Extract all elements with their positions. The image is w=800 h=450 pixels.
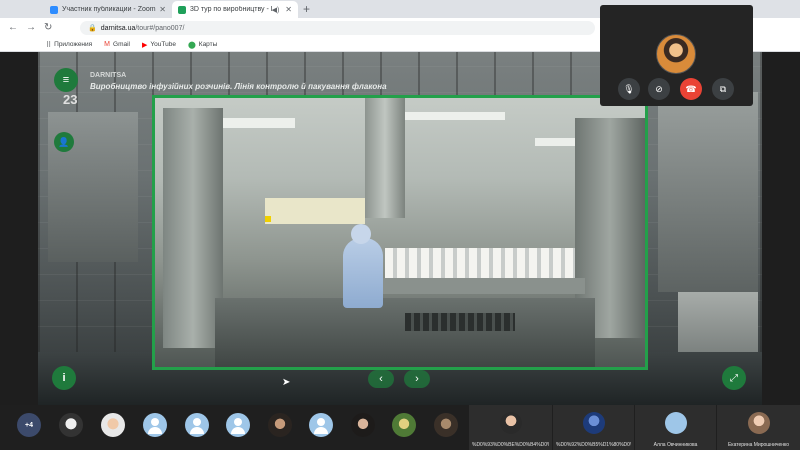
bookmark-label: Приложения bbox=[54, 41, 93, 48]
info-icon[interactable]: i bbox=[52, 366, 76, 390]
youtube-icon: ▶ bbox=[142, 41, 148, 49]
participant-avatar[interactable] bbox=[226, 413, 250, 437]
machine-base bbox=[215, 298, 595, 367]
tab-zoom[interactable]: Участник публикации - Zoom ✕ bbox=[44, 1, 172, 18]
bookmark-apps[interactable]: ⠿ Приложения bbox=[46, 41, 92, 49]
participant-name: Алла Овчинникова bbox=[653, 442, 698, 448]
avatar bbox=[747, 412, 770, 434]
zoom-favicon-icon bbox=[50, 5, 58, 14]
participant-tile[interactable]: Алла Овчинникова bbox=[634, 405, 716, 450]
participant-avatar[interactable] bbox=[268, 413, 292, 437]
participant-avatar[interactable] bbox=[392, 413, 416, 437]
participant-strip: +4 %D0%93%D0%BE%D0%B4%D0%B8%D0%B4... %D0… bbox=[0, 405, 800, 450]
light-box bbox=[265, 198, 365, 224]
zoom-self-view[interactable]: 🎙 ⊘ ☎ ⧉ bbox=[600, 5, 753, 106]
menu-icon[interactable]: ≡ bbox=[54, 68, 78, 92]
scene-counter: 23 bbox=[63, 92, 78, 107]
prev-scene-icon[interactable]: ‹ bbox=[368, 370, 394, 388]
new-tab-button[interactable]: + bbox=[303, 1, 310, 17]
bookmark-label: Карты bbox=[198, 41, 218, 48]
participant-name: Екатерина Мирошниченко bbox=[727, 442, 790, 448]
url-bar[interactable]: 🔒 darnitsa.ua/tour#/pano007/ bbox=[80, 21, 595, 35]
tab-title: 3D тур по виробництву - D bbox=[190, 6, 272, 13]
url-host: darnitsa.ua bbox=[100, 24, 136, 32]
bookmark-youtube[interactable]: ▶ YouTube bbox=[142, 41, 176, 49]
participant-avatar[interactable] bbox=[434, 413, 458, 437]
conveyor bbox=[375, 278, 585, 294]
cable-chain bbox=[405, 313, 515, 331]
avatar bbox=[664, 412, 687, 434]
background-machine bbox=[658, 92, 758, 292]
operator-head bbox=[351, 224, 371, 244]
avatar bbox=[582, 412, 605, 434]
close-icon[interactable]: ✕ bbox=[285, 5, 292, 14]
participant-tile[interactable]: Екатерина Мирошниченко bbox=[716, 405, 800, 450]
camera-off-icon[interactable]: ⊘ bbox=[648, 78, 670, 100]
switch-layout-icon[interactable]: ⧉ bbox=[712, 78, 734, 100]
mic-icon[interactable]: 🎙 bbox=[618, 78, 640, 100]
back-icon[interactable]: ← bbox=[8, 22, 18, 34]
audio-playing-icon[interactable]: ◀) bbox=[272, 6, 280, 14]
tab-tour[interactable]: 3D тур по виробництву - D ◀) ✕ bbox=[172, 1, 298, 18]
participant-avatar[interactable] bbox=[351, 413, 375, 437]
avatar bbox=[499, 412, 522, 434]
ceiling-light bbox=[405, 112, 505, 120]
url-path: /tour#/pano007/ bbox=[135, 24, 185, 32]
close-icon[interactable]: ✕ bbox=[159, 5, 166, 14]
participant-avatar[interactable] bbox=[101, 413, 125, 437]
bookmark-maps[interactable]: ⬤ Карты bbox=[188, 41, 217, 49]
participant-name: %D0%92%D0%B5%D1%80%D0%BE%D0%BD... bbox=[556, 442, 631, 448]
avatar bbox=[656, 34, 696, 74]
bottle-row bbox=[385, 248, 575, 278]
mouse-cursor-icon: ➤ bbox=[282, 377, 291, 388]
darnitsa-favicon-icon bbox=[178, 5, 186, 14]
participant-tile[interactable]: %D0%93%D0%BE%D0%B4%D0%B8%D0%B4... bbox=[468, 405, 552, 450]
scene-headline: Виробництво інфузійних розчинів. Лінія к… bbox=[90, 82, 387, 91]
more-participants-button[interactable]: +4 bbox=[17, 413, 41, 437]
lock-icon: 🔒 bbox=[88, 25, 97, 32]
gmail-icon: M bbox=[104, 41, 111, 48]
screen: Участник публикации - Zoom ✕ 3D тур по в… bbox=[0, 0, 800, 450]
fullscreen-icon[interactable]: ⤢ bbox=[722, 366, 746, 390]
ceiling-light bbox=[215, 118, 295, 128]
operator-figure bbox=[343, 238, 383, 308]
apps-grid-icon: ⠿ bbox=[46, 41, 52, 49]
panorama-panel[interactable] bbox=[152, 95, 648, 370]
participant-name: %D0%93%D0%BE%D0%B4%D0%B8%D0%B4... bbox=[472, 442, 549, 448]
forward-icon[interactable]: → bbox=[26, 22, 36, 34]
maps-icon: ⬤ bbox=[187, 41, 196, 49]
machine-column bbox=[163, 108, 223, 348]
participant-avatar[interactable] bbox=[143, 413, 167, 437]
participant-tile[interactable]: %D0%92%D0%B5%D1%80%D0%BE%D0%BD... bbox=[552, 405, 634, 450]
bookmark-label: YouTube bbox=[150, 41, 176, 48]
participant-avatar[interactable] bbox=[309, 413, 333, 437]
participant-avatar[interactable] bbox=[59, 413, 83, 437]
person-icon[interactable]: 👤 bbox=[54, 132, 74, 152]
darnitsa-logo: DARNITSA bbox=[90, 72, 127, 79]
bookmark-gmail[interactable]: M Gmail bbox=[104, 41, 130, 48]
participant-avatar[interactable] bbox=[185, 413, 209, 437]
reload-icon[interactable]: ↻ bbox=[44, 22, 52, 34]
bookmark-label: Gmail bbox=[113, 41, 130, 48]
end-call-icon[interactable]: ☎ bbox=[680, 78, 702, 100]
tab-title: Участник публикации - Zoom bbox=[62, 6, 156, 13]
warning-sign-icon bbox=[265, 216, 271, 222]
machine-column bbox=[365, 98, 405, 218]
next-scene-icon[interactable]: › bbox=[404, 370, 430, 388]
